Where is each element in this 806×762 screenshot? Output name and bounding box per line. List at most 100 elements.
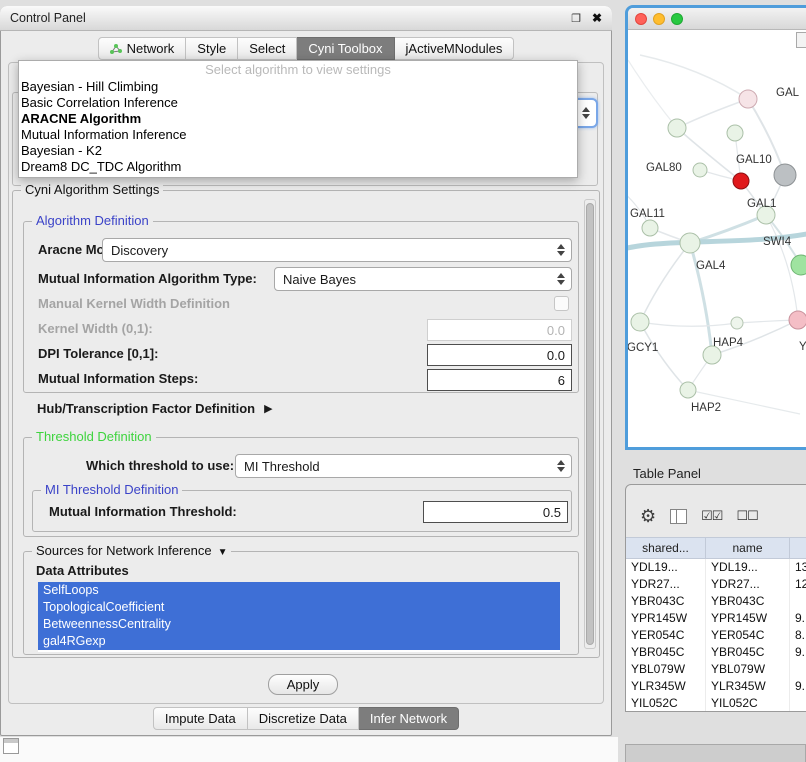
select-all-icon[interactable]: ☑☑ — [701, 508, 722, 524]
node-label: Y — [799, 341, 806, 353]
threshold-definition-title: Threshold Definition — [32, 429, 156, 444]
mi-steps-label: Mutual Information Steps: — [38, 368, 198, 390]
network-node[interactable] — [774, 164, 796, 186]
table-body: YDL19... YDL19... 13 YDR27... YDR27... 1… — [626, 559, 806, 712]
bottom-strip — [0, 737, 618, 762]
algorithm-option[interactable]: Bayesian - Hill Climbing — [19, 79, 577, 95]
cell-value — [790, 593, 806, 610]
mac-close-button[interactable] — [635, 13, 647, 25]
tab-style[interactable]: Style — [186, 37, 238, 60]
column-header-shared-name[interactable]: shared... — [626, 538, 706, 558]
show-columns-icon[interactable] — [670, 509, 687, 524]
cell-value: 9. — [790, 644, 806, 661]
network-canvas[interactable]: GAL GAL80 GAL10 GAL11 GAL1 SWI4 GAL4 GCY… — [628, 30, 806, 450]
algorithm-definition-group: Algorithm Definition Aracne Mode: Discov… — [23, 221, 579, 393]
which-threshold-combobox[interactable]: MI Threshold — [235, 454, 572, 478]
network-tab-icon — [110, 43, 122, 55]
network-node[interactable] — [789, 311, 806, 329]
network-node[interactable] — [791, 255, 806, 275]
tab-discretize-data[interactable]: Discretize Data — [248, 707, 359, 730]
network-node[interactable] — [731, 317, 743, 329]
mi-threshold-definition-group: MI Threshold Definition Mutual Informati… — [32, 490, 572, 532]
mi-steps-field[interactable]: 6 — [427, 369, 572, 391]
apply-button[interactable]: Apply — [268, 674, 338, 695]
table-row[interactable]: YDL19... YDL19... 13 — [626, 559, 806, 576]
cell-value: 9. — [790, 678, 806, 695]
node-label: GAL4 — [696, 260, 726, 272]
network-node[interactable] — [668, 119, 686, 137]
gear-icon[interactable]: ⚙ — [640, 507, 656, 525]
dpi-tolerance-label: DPI Tolerance [0,1]: — [38, 343, 158, 365]
minimized-panel-icon[interactable] — [3, 738, 19, 754]
deselect-all-icon[interactable]: ☐☐ — [736, 508, 757, 524]
attribute-item-selected[interactable]: TopologicalCoefficient — [38, 599, 560, 616]
table-row[interactable]: YBL079W YBL079W — [626, 661, 806, 678]
node-label: HAP4 — [713, 337, 744, 349]
hub-definition-toggle[interactable]: Hub/Transcription Factor Definition ▶ — [37, 401, 273, 416]
window-controls: ❐ ✖ — [571, 11, 602, 25]
node-label: GAL — [776, 87, 800, 99]
network-node[interactable] — [727, 125, 743, 141]
network-node-gcy1[interactable] — [631, 313, 649, 331]
tab-jactivemnodules[interactable]: jActiveMNodules — [395, 37, 515, 60]
cell-name: YBR043C — [706, 593, 790, 610]
bottom-tab-bar: Impute Data Discretize Data Infer Networ… — [0, 707, 612, 730]
network-node-gal4[interactable] — [680, 233, 700, 253]
float-window-icon[interactable]: ❐ — [571, 12, 581, 25]
kernel-width-label: Kernel Width (0,1): — [38, 318, 153, 340]
tab-select[interactable]: Select — [238, 37, 297, 60]
mi-threshold-value: 0.5 — [543, 505, 561, 520]
control-panel-title: Control Panel — [10, 11, 86, 25]
settings-scrollbar[interactable] — [584, 199, 596, 649]
tab-infer-network[interactable]: Infer Network — [359, 707, 459, 730]
data-attributes-label: Data Attributes — [36, 560, 129, 582]
sources-group: Sources for Network Inference▼ Data Attr… — [23, 551, 579, 655]
tab-cyni-toolbox[interactable]: Cyni Toolbox — [297, 37, 394, 60]
table-row[interactable]: YDR27... YDR27... 12 — [626, 576, 806, 593]
attribute-item-selected[interactable]: gal4RGexp — [38, 633, 560, 650]
mac-zoom-button[interactable] — [671, 13, 683, 25]
network-node[interactable] — [739, 90, 757, 108]
network-node-hap2[interactable] — [680, 382, 696, 398]
cell-shared-name: YBR043C — [626, 593, 706, 610]
mi-threshold-field[interactable]: 0.5 — [423, 501, 568, 523]
mac-minimize-button[interactable] — [653, 13, 665, 25]
table-row[interactable]: YER054C YER054C 8. — [626, 627, 806, 644]
tab-infer-network-label: Infer Network — [370, 711, 447, 726]
attribute-item-selected[interactable]: SelfLoops — [38, 582, 560, 599]
dpi-tolerance-field[interactable]: 0.0 — [427, 344, 572, 366]
table-row[interactable]: YBR045C YBR045C 9. — [626, 644, 806, 661]
sources-group-title[interactable]: Sources for Network Inference▼ — [32, 543, 231, 558]
tab-discretize-data-label: Discretize Data — [259, 711, 347, 726]
kernel-width-field[interactable]: 0.0 — [427, 319, 572, 341]
combo-arrows-icon — [582, 107, 590, 119]
mi-steps-value: 6 — [558, 373, 565, 388]
settings-scrollbar-thumb[interactable] — [586, 203, 594, 645]
manual-kernel-checkbox[interactable] — [554, 296, 569, 311]
algorithm-option[interactable]: Basic Correlation Inference — [19, 95, 577, 111]
algorithm-popup-placeholder: Select algorithm to view settings — [19, 61, 577, 79]
network-node[interactable] — [693, 163, 707, 177]
mi-algorithm-type-label: Mutual Information Algorithm Type: — [38, 268, 257, 290]
tab-impute-data[interactable]: Impute Data — [153, 707, 248, 730]
network-node-gal11[interactable] — [642, 220, 658, 236]
algorithm-option[interactable]: Bayesian - K2 — [19, 143, 577, 159]
column-header-name[interactable]: name — [706, 538, 790, 558]
canvas-corner-button[interactable] — [796, 32, 806, 48]
table-row[interactable]: YIL052C YIL052C — [626, 695, 806, 712]
attribute-item-selected[interactable]: BetweennessCentrality — [38, 616, 560, 633]
network-node-gal10[interactable] — [733, 173, 749, 189]
mi-algorithm-type-combobox[interactable]: Naive Bayes — [274, 267, 572, 291]
cell-shared-name: YPR145W — [626, 610, 706, 627]
tab-network-label: Network — [127, 41, 175, 56]
column-header-clipped[interactable] — [790, 538, 806, 558]
algorithm-option-selected[interactable]: ARACNE Algorithm — [19, 111, 577, 127]
close-window-icon[interactable]: ✖ — [592, 11, 602, 25]
algorithm-option[interactable]: Dream8 DC_TDC Algorithm — [19, 159, 577, 175]
tab-network[interactable]: Network — [98, 37, 187, 60]
aracne-mode-combobox[interactable]: Discovery — [102, 238, 572, 262]
table-row[interactable]: YBR043C YBR043C — [626, 593, 806, 610]
algorithm-option[interactable]: Mutual Information Inference — [19, 127, 577, 143]
table-row[interactable]: YLR345W YLR345W 9. — [626, 678, 806, 695]
table-row[interactable]: YPR145W YPR145W 9. — [626, 610, 806, 627]
